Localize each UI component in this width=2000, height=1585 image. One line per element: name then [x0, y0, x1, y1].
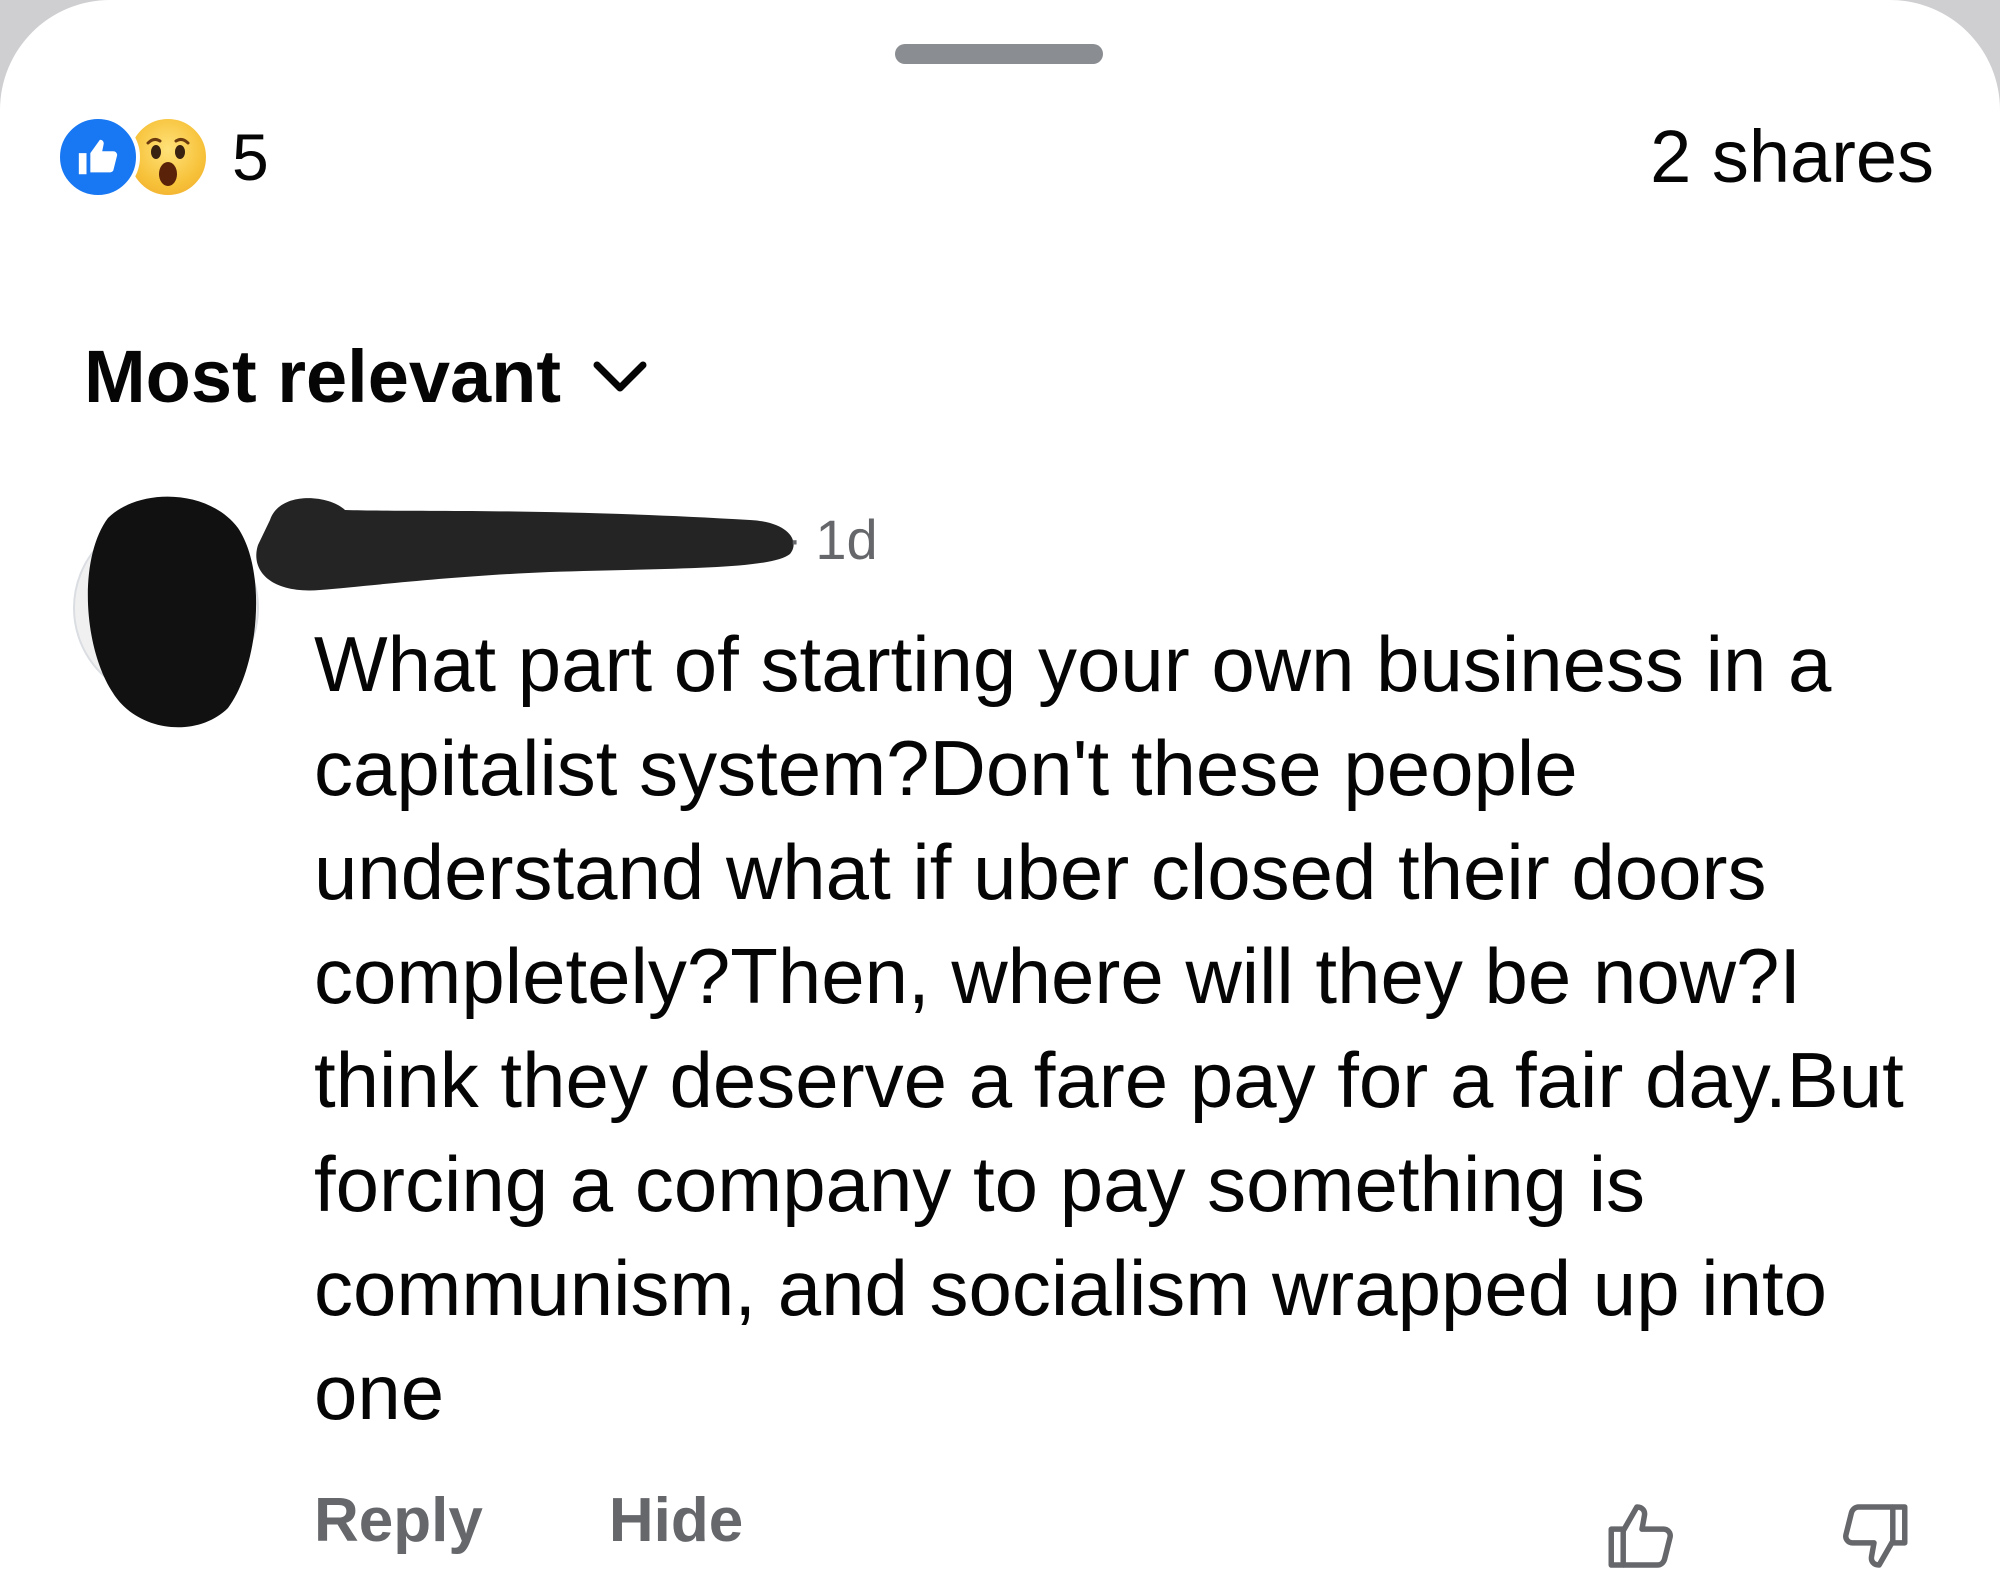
thumbs-down-icon[interactable] [1828, 1490, 1920, 1582]
reactions-summary[interactable]: 5 [56, 112, 269, 202]
reply-button[interactable]: Reply [314, 1490, 483, 1552]
hide-button[interactable]: Hide [609, 1490, 743, 1552]
sort-label: Most relevant [84, 335, 562, 418]
comments-sheet: 5 2 shares Most relevant · 1d What part … [0, 0, 2000, 1585]
sheet-drag-handle[interactable] [895, 44, 1103, 64]
commenter-name-redacted[interactable] [250, 490, 800, 600]
comment-timestamp-row: · 1d [788, 512, 878, 568]
like-icon [56, 115, 140, 199]
shares-count[interactable]: 2 shares [1650, 120, 1934, 194]
chevron-down-icon [591, 357, 649, 397]
commenter-avatar-redacted[interactable] [68, 478, 268, 730]
separator-dot: · [788, 518, 802, 562]
reaction-count: 5 [232, 120, 269, 194]
sort-selector[interactable]: Most relevant [84, 340, 649, 414]
comment-text: What part of starting your own business … [314, 620, 1904, 1436]
comment-timestamp[interactable]: 1d [815, 512, 877, 568]
comment-actions: Reply Hide [314, 1490, 743, 1552]
thumbs-up-icon[interactable] [1596, 1490, 1688, 1582]
